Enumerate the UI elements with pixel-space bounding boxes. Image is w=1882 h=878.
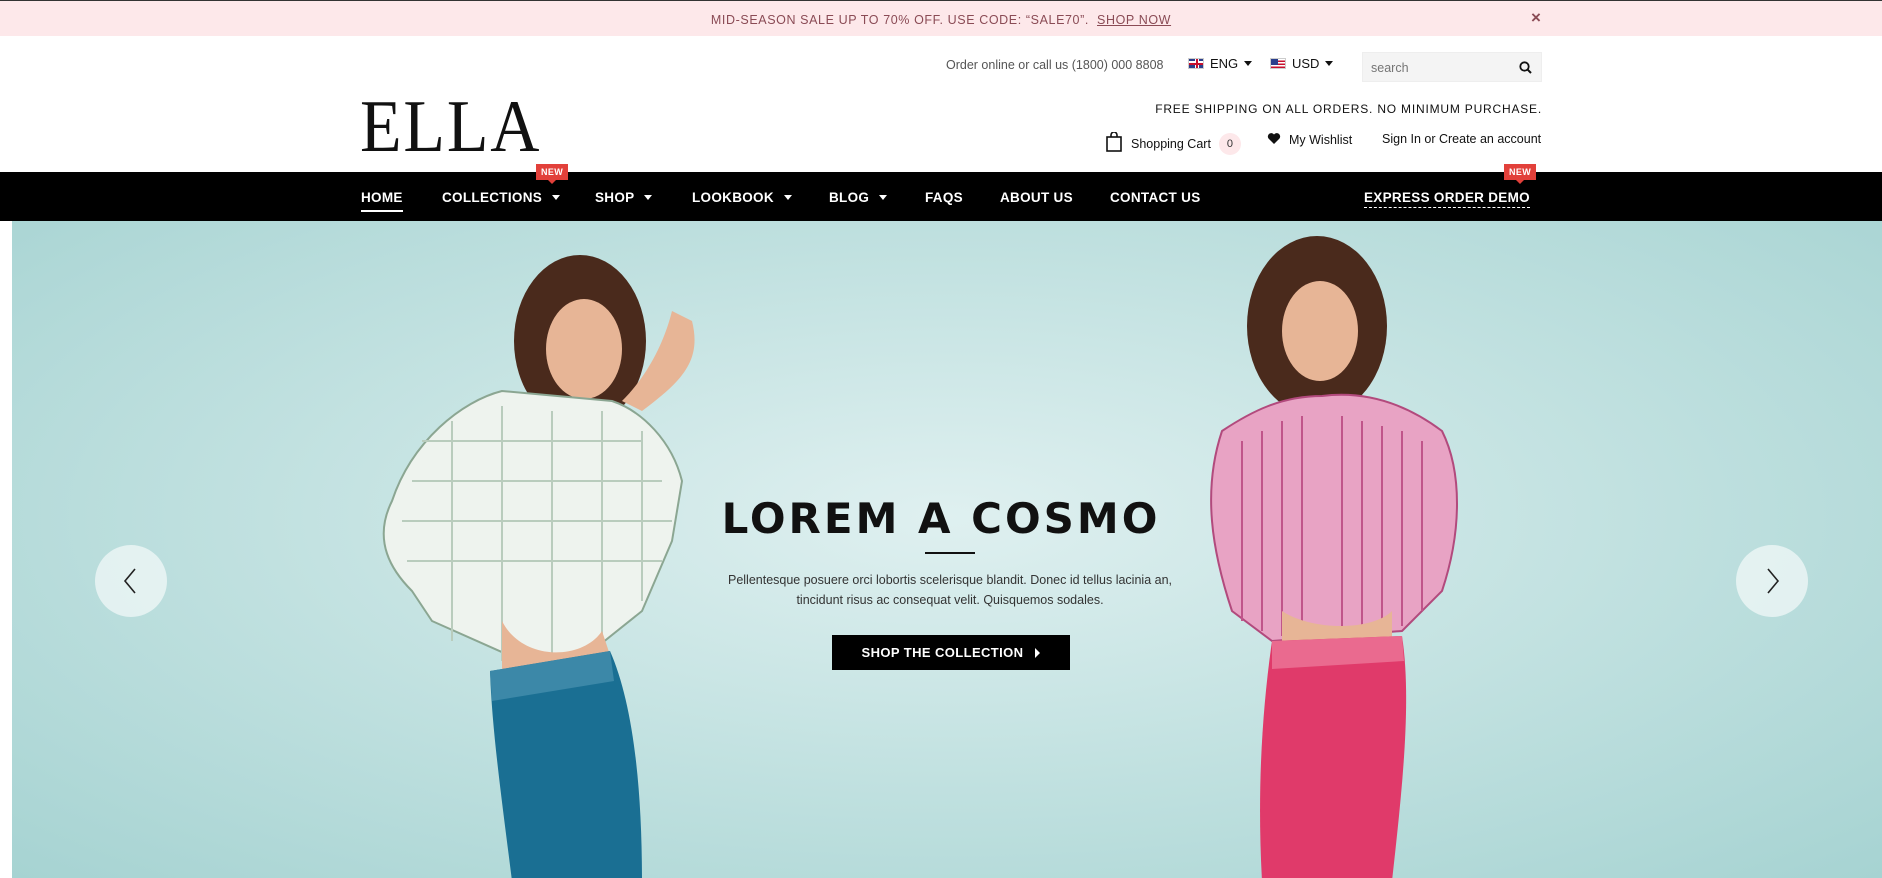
hero-description: Pellentesque posuere orci lobortis scele… (727, 573, 1172, 607)
nav-item-label: BLOG (829, 190, 870, 205)
hero-model-right-image (1210, 236, 1458, 878)
chevron-right-icon (1767, 568, 1780, 594)
nav-item-express-order-demo[interactable]: EXPRESS ORDER DEMO (1364, 190, 1530, 208)
nav-item-blog[interactable]: BLOG (829, 190, 888, 205)
shopping-cart-link[interactable]: Shopping Cart 0 (1105, 131, 1241, 155)
shopping-cart-label: Shopping Cart (1131, 136, 1211, 151)
account-link[interactable]: Sign In or Create an account (1382, 132, 1541, 146)
search-input[interactable] (1371, 59, 1511, 77)
close-icon[interactable]: × (1527, 9, 1545, 27)
slider-prev-button[interactable] (95, 545, 167, 617)
site-logo[interactable]: ELLA (360, 90, 541, 164)
currency-selector[interactable]: USD (1270, 56, 1334, 71)
nav-item-label: HOME (361, 190, 403, 205)
site-header: ELLA Order online or call us (1800) 000 … (0, 36, 1882, 172)
announcement-bar: MID-SEASON SALE UP TO 70% OFF. USE CODE:… (0, 0, 1882, 36)
shopping-bag-icon (1105, 131, 1123, 155)
nav-item-contact-us[interactable]: CONTACT US (1110, 190, 1201, 205)
hero-model-left-image (382, 255, 695, 878)
nav-item-about-us[interactable]: ABOUT US (1000, 190, 1073, 205)
nav-item-label: ABOUT US (1000, 190, 1073, 205)
main-navigation: HOME COLLECTIONS NEW SHOP LOOKBOOK BLOG … (0, 164, 1882, 221)
search-icon[interactable] (1517, 59, 1535, 77)
chevron-down-icon (1325, 61, 1334, 66)
chevron-down-icon (1244, 61, 1253, 66)
announcement-message: MID-SEASON SALE UP TO 70% OFF. USE CODE:… (710, 13, 1089, 27)
cart-count-badge: 0 (1218, 132, 1241, 155)
nav-item-label: FAQS (925, 190, 963, 205)
chevron-down-icon (879, 195, 888, 200)
hero-title: LOREM A COSMO (721, 494, 1161, 543)
wishlist-label: My Wishlist (1289, 133, 1353, 147)
nav-item-label: EXPRESS ORDER DEMO (1364, 190, 1530, 205)
nav-item-faqs[interactable]: FAQS (925, 190, 963, 205)
nav-item-label: SHOP (595, 190, 635, 205)
language-value: ENG (1210, 56, 1239, 71)
chevron-down-icon (783, 195, 792, 200)
hero-divider (925, 552, 975, 554)
shop-the-collection-button[interactable]: SHOP THE COLLECTION (832, 635, 1070, 670)
arrow-right-icon (1035, 647, 1041, 658)
flag-uk-icon (1188, 58, 1204, 69)
announcement-text: MID-SEASON SALE UP TO 70% OFF. USE CODE:… (0, 13, 1882, 27)
search-box (1362, 52, 1542, 82)
chevron-down-icon (644, 195, 653, 200)
new-badge: NEW (536, 164, 569, 184)
heart-icon (1267, 132, 1281, 148)
account-label: Sign In or Create an account (1382, 132, 1542, 146)
chevron-left-icon (123, 568, 136, 594)
nav-item-home[interactable]: HOME (361, 190, 403, 212)
wishlist-link[interactable]: My Wishlist (1267, 132, 1352, 148)
hero-slider (12, 221, 1882, 878)
free-shipping-text: FREE SHIPPING ON ALL ORDERS. NO MINIMUM … (1155, 102, 1542, 116)
cta-label: SHOP THE COLLECTION (861, 645, 1024, 660)
nav-item-label: LOOKBOOK (692, 190, 774, 205)
nav-item-shop[interactable]: SHOP (595, 190, 653, 205)
announcement-shop-now-link[interactable]: SHOP NOW (1097, 13, 1171, 27)
currency-value: USD (1292, 56, 1320, 71)
flag-us-icon (1270, 58, 1286, 69)
language-selector[interactable]: ENG (1188, 56, 1253, 71)
new-badge: NEW (1504, 164, 1537, 184)
slider-next-button[interactable] (1736, 545, 1808, 617)
order-contact-text: Order online or call us (1800) 000 8808 (946, 58, 1164, 72)
nav-item-label: COLLECTIONS (442, 190, 543, 205)
nav-item-label: CONTACT US (1110, 190, 1201, 205)
nav-item-collections[interactable]: COLLECTIONS (442, 190, 561, 205)
chevron-down-icon (552, 195, 561, 200)
nav-item-lookbook[interactable]: LOOKBOOK (692, 190, 792, 205)
